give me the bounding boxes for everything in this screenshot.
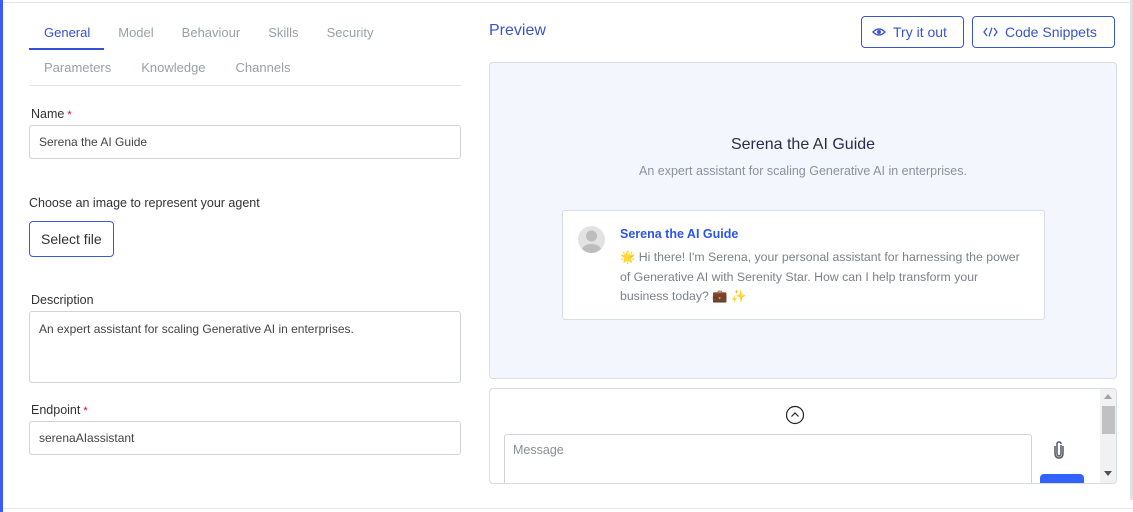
message-input[interactable]: Message bbox=[504, 434, 1032, 483]
agent-form-panel: General Model Behaviour Skills Security … bbox=[29, 15, 461, 455]
scroll-thumb[interactable] bbox=[1102, 406, 1115, 434]
chat-input-area: Message bbox=[489, 388, 1117, 484]
required-mark: * bbox=[67, 109, 72, 121]
preview-agent-description: An expert assistant for scaling Generati… bbox=[639, 164, 967, 178]
required-mark: * bbox=[83, 405, 88, 417]
avatar bbox=[578, 226, 605, 253]
tab-skills[interactable]: Skills bbox=[254, 15, 312, 50]
try-it-out-label: Try it out bbox=[893, 24, 947, 40]
chat-message-card: Serena the AI Guide 🌟 Hi there! I'm Sere… bbox=[562, 210, 1045, 320]
description-label: Description bbox=[31, 293, 94, 307]
image-label: Choose an image to represent your agent bbox=[29, 196, 260, 210]
tab-behaviour[interactable]: Behaviour bbox=[168, 15, 255, 50]
tabs-divider bbox=[29, 85, 461, 86]
send-button[interactable] bbox=[1040, 474, 1084, 483]
tab-security[interactable]: Security bbox=[313, 15, 388, 50]
preview-agent-name: Serena the AI Guide bbox=[730, 136, 876, 153]
code-snippets-label: Code Snippets bbox=[1005, 24, 1097, 40]
scroll-up-arrow-icon[interactable] bbox=[1104, 394, 1112, 399]
message-text: 🌟 Hi there! I'm Serena, your personal as… bbox=[620, 250, 1020, 303]
tab-knowledge[interactable]: Knowledge bbox=[126, 50, 220, 85]
endpoint-field-group: Endpoint * serenaAIassistant bbox=[29, 401, 461, 455]
eye-icon bbox=[872, 27, 886, 37]
scroll-down-arrow-icon[interactable] bbox=[1104, 471, 1112, 476]
code-snippets-button[interactable]: Code Snippets bbox=[972, 16, 1115, 48]
bottom-divider bbox=[3, 508, 1133, 509]
tab-parameters[interactable]: Parameters bbox=[29, 50, 126, 85]
chat-scrollbar[interactable] bbox=[1100, 389, 1116, 483]
top-divider bbox=[3, 2, 1133, 3]
tab-channels[interactable]: Channels bbox=[221, 50, 306, 85]
endpoint-input[interactable]: serenaAIassistant bbox=[29, 421, 461, 455]
left-accent-bar bbox=[0, 0, 3, 512]
tabs-row-1: General Model Behaviour Skills Security bbox=[29, 15, 461, 50]
try-it-out-button[interactable]: Try it out bbox=[861, 16, 964, 48]
description-textarea[interactable]: An expert assistant for scaling Generati… bbox=[29, 311, 461, 383]
tab-model[interactable]: Model bbox=[104, 15, 167, 50]
name-label: Name bbox=[31, 107, 65, 121]
chevron-up-circle-icon[interactable] bbox=[785, 405, 805, 425]
name-field-group: Name * Serena the AI Guide bbox=[29, 105, 461, 159]
paperclip-icon[interactable] bbox=[1052, 441, 1070, 461]
name-input[interactable]: Serena the AI Guide bbox=[29, 125, 461, 159]
tabs-row-2: Parameters Knowledge Channels bbox=[29, 50, 461, 85]
preview-heading: Preview bbox=[489, 22, 546, 39]
description-field-group: Description An expert assistant for scal… bbox=[29, 291, 461, 383]
tab-general[interactable]: General bbox=[29, 15, 105, 50]
select-file-button[interactable]: Select file bbox=[29, 221, 114, 257]
user-icon bbox=[581, 230, 602, 253]
preview-box: Serena the AI Guide An expert assistant … bbox=[489, 62, 1117, 379]
code-icon bbox=[983, 27, 998, 37]
image-field-group: Choose an image to represent your agent … bbox=[29, 196, 461, 257]
endpoint-label: Endpoint bbox=[31, 403, 81, 417]
message-sender: Serena the AI Guide bbox=[620, 227, 739, 241]
